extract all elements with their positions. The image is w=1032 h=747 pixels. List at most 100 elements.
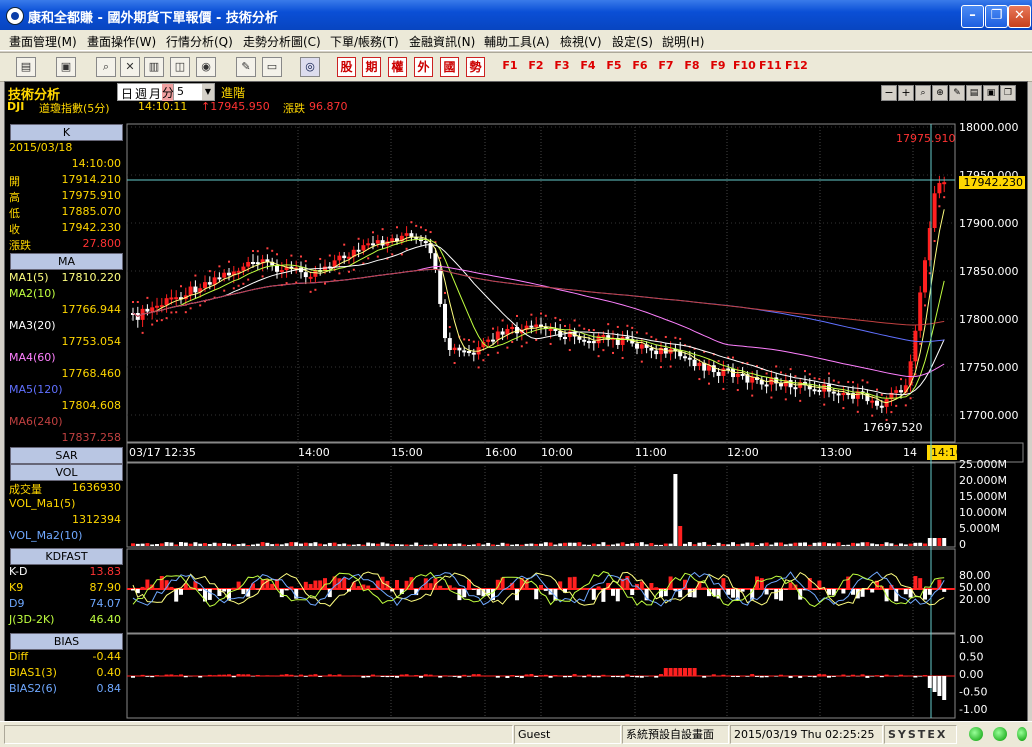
pen-icon[interactable]: ✎ <box>236 57 256 77</box>
bias-bar <box>736 676 740 677</box>
zoom-in-icon[interactable]: + <box>898 85 914 101</box>
vol-header[interactable]: VOL <box>10 464 123 481</box>
bias-bar <box>760 676 764 677</box>
volume-bar <box>894 545 898 546</box>
symbol-code: DJI <box>7 100 24 113</box>
sar-dot <box>857 411 859 413</box>
menu-help[interactable]: 說明(H) <box>662 33 704 50</box>
f2-button[interactable]: F2 <box>525 57 547 75</box>
f1-button[interactable]: F1 <box>499 57 521 75</box>
volume-bar <box>131 543 135 546</box>
window-restore-icon[interactable]: ❐ <box>1000 85 1016 101</box>
bias-bar <box>145 676 149 677</box>
volume-bar <box>592 544 596 546</box>
f7-button[interactable]: F7 <box>655 57 677 75</box>
menu-quote-analysis[interactable]: 行情分析(Q) <box>166 33 233 50</box>
screen-icon[interactable]: ▭ <box>262 57 282 77</box>
sar-dot <box>449 326 451 328</box>
chevron-down-icon[interactable]: ▼ <box>202 84 214 100</box>
menu-financial-info[interactable]: 金融資訊(N) <box>409 33 475 50</box>
bias-bar <box>942 676 946 700</box>
window-icon[interactable]: ▥ <box>144 57 164 77</box>
close-window-icon[interactable]: ✕ <box>120 57 140 77</box>
bias-bar <box>611 676 615 677</box>
volume-bar <box>529 544 533 546</box>
foreign-button[interactable]: 外 <box>414 57 433 77</box>
kdfast-header[interactable]: KDFAST <box>10 548 123 565</box>
quote-price: ↑17945.950 <box>201 100 270 113</box>
sar-header[interactable]: SAR <box>10 447 123 464</box>
menu-screen-operate[interactable]: 畫面操作(W) <box>87 33 156 50</box>
f3-button[interactable]: F3 <box>551 57 573 75</box>
sar-dot <box>319 258 321 260</box>
bias-bar <box>419 676 423 678</box>
open-value: 17914.210 <box>62 173 122 186</box>
print-icon[interactable]: ▤ <box>966 85 982 101</box>
kd-bar <box>539 585 543 589</box>
layout-icon[interactable]: ▤ <box>16 57 36 77</box>
futures-button[interactable]: 期 <box>362 57 381 77</box>
f8-button[interactable]: F8 <box>681 57 703 75</box>
ma6-line <box>133 269 944 325</box>
volume-bar <box>659 545 663 546</box>
bias-bar <box>313 674 317 676</box>
menu-settings[interactable]: 設定(S) <box>612 33 653 50</box>
bias-bar <box>697 675 701 676</box>
zoom-out-icon[interactable]: − <box>881 85 897 101</box>
close-button[interactable]: ✕ <box>1008 5 1031 28</box>
f6-button[interactable]: F6 <box>629 57 651 75</box>
ma-header[interactable]: MA <box>10 253 123 270</box>
f9-button[interactable]: F9 <box>707 57 729 75</box>
sar-dot <box>146 297 148 299</box>
menu-tools[interactable]: 輔助工具(A) <box>484 33 550 50</box>
volume-bar <box>817 542 821 546</box>
sar-dot <box>838 381 840 383</box>
sar-dot <box>276 253 278 255</box>
k-header[interactable]: K <box>10 124 123 141</box>
magnify-icon[interactable]: ⊕ <box>932 85 948 101</box>
advanced-link[interactable]: 進階 <box>221 84 245 101</box>
options-button[interactable]: 權 <box>388 57 407 77</box>
f10-button[interactable]: F10 <box>733 57 755 75</box>
price-tick-label: 17700.000 <box>959 409 1019 422</box>
interval-select[interactable]: 5 ▼ <box>173 83 215 101</box>
bias-header[interactable]: BIAS <box>10 633 123 650</box>
menu-view[interactable]: 檢視(V) <box>560 33 602 50</box>
volume-bar <box>717 543 721 546</box>
menu-order-account[interactable]: 下單/帳務(T) <box>330 33 399 50</box>
draw-icon[interactable]: ✎ <box>949 85 965 101</box>
trend-button[interactable]: 勢 <box>466 57 485 77</box>
f4-button[interactable]: F4 <box>577 57 599 75</box>
domestic-button[interactable]: 國 <box>440 57 459 77</box>
company-logo-icon[interactable]: ◎ <box>300 57 320 77</box>
maximize-button[interactable]: ❐ <box>985 5 1008 28</box>
volume-bar <box>289 542 293 546</box>
bias-bar <box>702 676 706 678</box>
f5-button[interactable]: F5 <box>603 57 625 75</box>
menu-screen-manage[interactable]: 畫面管理(M) <box>9 33 77 50</box>
search-icon[interactable]: ⌕ <box>915 85 931 101</box>
minimize-button[interactable]: – <box>961 5 984 28</box>
f11-button[interactable]: F11 <box>759 57 781 75</box>
kd-bar <box>933 588 937 589</box>
monitor-icon[interactable]: ▣ <box>56 57 76 77</box>
volume-bar <box>309 543 313 546</box>
stock-button[interactable]: 股 <box>337 57 356 77</box>
f12-button[interactable]: F12 <box>785 57 807 75</box>
globe-icon[interactable]: ◉ <box>196 57 216 77</box>
save-icon[interactable]: ▣ <box>983 85 999 101</box>
k-date: 2015/03/18 <box>9 141 72 154</box>
kd-bar <box>928 589 932 595</box>
period-day-tab[interactable]: 日 <box>121 85 133 102</box>
volume-bar <box>453 544 457 546</box>
volume-bar <box>179 542 183 546</box>
menu-trend-chart[interactable]: 走勢分析圖(C) <box>243 33 321 50</box>
magnifier-icon[interactable]: ⌕ <box>96 57 116 77</box>
change-label: 漲跌 <box>283 100 305 116</box>
sar-dot <box>185 311 187 313</box>
split-icon[interactable]: ◫ <box>170 57 190 77</box>
candle-body <box>587 341 591 343</box>
ma2-value: 17766.944 <box>62 303 122 316</box>
sar-dot <box>780 371 782 373</box>
sar-dot <box>238 285 240 287</box>
